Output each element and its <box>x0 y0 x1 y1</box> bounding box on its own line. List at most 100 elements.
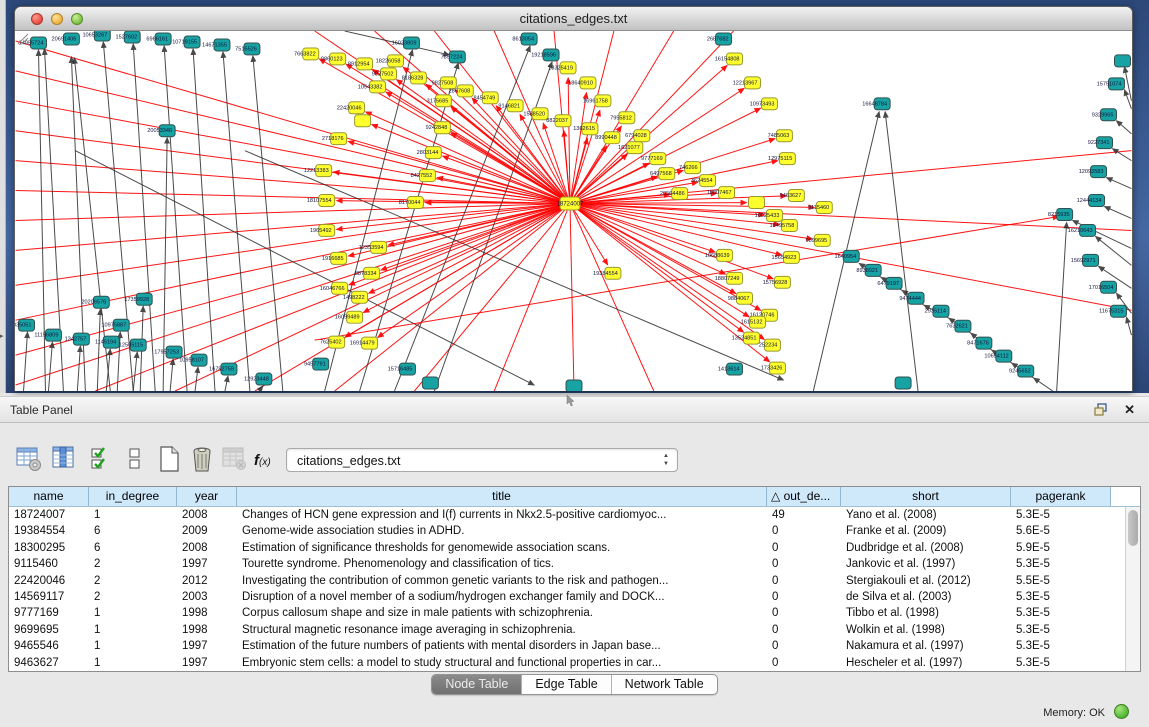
graph-node[interactable]: 8990448 <box>595 132 620 144</box>
graph-node[interactable]: 7632621 <box>946 320 971 332</box>
table-cell[interactable]: Jankovic et al. (1997) <box>841 556 1011 572</box>
graph-node[interactable]: 7955812 <box>610 112 635 124</box>
table-cell[interactable]: Changes of HCN gene expression and I(f) … <box>237 507 767 523</box>
table-cell[interactable]: 2 <box>89 556 177 572</box>
resize-grip-icon[interactable] <box>15 31 29 45</box>
window-titlebar[interactable]: citations_edges.txt <box>15 7 1132 31</box>
table-cell[interactable]: 0 <box>767 622 841 638</box>
graph-node[interactable]: 14671355 <box>202 39 230 51</box>
table-row[interactable]: 977716911998Corpus callosum shape and si… <box>9 605 1140 621</box>
graph-node[interactable]: 8471676 <box>967 337 992 349</box>
graph-node[interactable]: 22420046 <box>337 102 365 114</box>
graph-node[interactable]: 16648784 <box>862 98 890 110</box>
graph-node[interactable]: 252234 <box>759 339 781 351</box>
graph-node[interactable]: 10025433 <box>755 210 783 222</box>
network-canvas[interactable]: 1405572420691406106532671527602696616110… <box>15 31 1132 391</box>
graph-node[interactable]: 17016504 <box>1089 281 1117 293</box>
graph-node[interactable]: 18640910 <box>568 77 596 89</box>
table-cell[interactable]: 6 <box>89 540 177 556</box>
table-row[interactable]: 911546021997Tourette syndrome. Phenomeno… <box>9 556 1140 572</box>
table-cell[interactable]: 49 <box>767 507 841 523</box>
column-header-out-degree-sorted[interactable]: △ out_de... <box>767 487 841 506</box>
table-cell[interactable]: Structural magnetic resonance image aver… <box>237 622 767 638</box>
column-header-year[interactable]: year <box>177 487 237 506</box>
graph-node[interactable]: 1916685 <box>322 252 347 264</box>
table-cell[interactable]: 5.3E-5 <box>1011 638 1111 654</box>
vertical-scrollbar[interactable] <box>1125 507 1140 671</box>
table-cell[interactable]: 0 <box>767 638 841 654</box>
graph-node[interactable]: 6479197 <box>877 277 902 289</box>
graph-node[interactable]: 7835051 <box>15 319 34 331</box>
graph-hub-node[interactable]: 18724007 <box>557 197 584 210</box>
trash-icon[interactable] <box>190 446 214 473</box>
graph-node[interactable]: 18107554 <box>307 195 335 207</box>
table-cell[interactable]: Corpus callosum shape and size in male p… <box>237 605 767 621</box>
column-header-pagerank[interactable]: pagerank <box>1011 487 1111 506</box>
table-cell[interactable]: 19384554 <box>9 523 89 539</box>
graph-node[interactable]: 746266 <box>679 162 701 174</box>
table-cell[interactable]: 0 <box>767 540 841 556</box>
table-cell[interactable]: 0 <box>767 523 841 539</box>
float-panel-icon[interactable] <box>1094 403 1109 416</box>
citation-network-graph[interactable]: 1405572420691406106532671527602696616110… <box>15 31 1132 391</box>
graph-node[interactable]: 11156809 <box>34 329 61 341</box>
graph-node[interactable]: 2687682 <box>707 33 732 45</box>
graph-node[interactable] <box>422 377 438 389</box>
table-cell[interactable]: 2003 <box>177 589 237 605</box>
table-settings-icon[interactable] <box>16 446 42 472</box>
table-cell[interactable]: 1 <box>89 638 177 654</box>
table-cell[interactable]: 6 <box>89 523 177 539</box>
graph-node[interactable]: 9115460 <box>808 202 832 214</box>
graph-node[interactable]: 12505115 <box>119 339 146 351</box>
column-header-in-degree[interactable]: in_degree <box>89 487 177 506</box>
graph-node[interactable]: 7663822 <box>294 48 319 60</box>
table-cell[interactable]: Hescheler et al. (1997) <box>841 655 1011 671</box>
table-cell[interactable]: 5.3E-5 <box>1011 589 1111 605</box>
graph-node[interactable]: 9827502 <box>372 68 397 80</box>
table-cell[interactable]: 2008 <box>177 540 237 556</box>
table-cell[interactable]: 9115460 <box>9 556 89 572</box>
table-row[interactable]: 2242004622012Investigating the contribut… <box>9 573 1140 589</box>
new-table-icon[interactable] <box>158 446 182 473</box>
table-cell[interactable]: 14569117 <box>9 589 89 605</box>
column-header-short[interactable]: short <box>841 487 1011 506</box>
table-cell[interactable]: 5.3E-5 <box>1011 605 1111 621</box>
function-builder-icon[interactable]: f(x) <box>254 452 271 469</box>
column-header-name[interactable]: name <box>9 487 89 506</box>
table-cell[interactable]: 22420046 <box>9 573 89 589</box>
graph-node[interactable]: 1588520 <box>523 108 548 120</box>
graph-node[interactable]: 1342757 <box>65 333 90 345</box>
table-cell[interactable]: 5.5E-5 <box>1011 573 1111 589</box>
table-cell[interactable]: 9699695 <box>9 622 89 638</box>
graph-node[interactable]: 1640954 <box>834 250 859 262</box>
graph-node[interactable]: 6794028 <box>625 130 650 142</box>
graph-node[interactable]: 9699695 <box>806 234 831 246</box>
graph-node[interactable]: 12093583 <box>1079 166 1107 178</box>
table-cell[interactable]: 0 <box>767 556 841 572</box>
graph-node[interactable]: 10654112 <box>984 350 1011 362</box>
graph-node[interactable]: 8215935 <box>1048 209 1073 221</box>
graph-node[interactable]: 10719155 <box>172 36 200 48</box>
graph-node[interactable]: 9860123 <box>321 53 346 65</box>
table-cell[interactable]: Dudbridge et al. (2008) <box>841 540 1011 556</box>
graph-node[interactable]: 9227341 <box>1088 137 1113 149</box>
table-cell[interactable]: Yano et al. (2008) <box>841 507 1011 523</box>
graph-node[interactable]: 15751074 <box>1097 78 1125 90</box>
table-cell[interactable]: 5.9E-5 <box>1011 540 1111 556</box>
table-cell[interactable]: Embryonic stem cells: a model to study s… <box>237 655 767 671</box>
graph-node[interactable]: 10653267 <box>82 31 110 41</box>
table-cell[interactable]: 18724007 <box>9 507 89 523</box>
graph-node[interactable]: 8613054 <box>512 33 537 45</box>
table-cell[interactable]: 5.6E-5 <box>1011 523 1111 539</box>
tab-network-table[interactable]: Network Table <box>612 675 717 694</box>
table-cell[interactable]: 1997 <box>177 556 237 572</box>
graph-node[interactable]: 10807467 <box>707 187 735 199</box>
table-cell[interactable]: Estimation of significance thresholds fo… <box>237 540 767 556</box>
table-cell[interactable]: 1998 <box>177 622 237 638</box>
scrollbar-thumb[interactable] <box>1128 510 1138 546</box>
table-cell[interactable]: de Silva et al. (2003) <box>841 589 1011 605</box>
graph-node[interactable]: 16154808 <box>715 53 743 65</box>
graph-node[interactable] <box>895 377 911 389</box>
table-cell[interactable]: 0 <box>767 573 841 589</box>
table-cell[interactable]: 1 <box>89 655 177 671</box>
